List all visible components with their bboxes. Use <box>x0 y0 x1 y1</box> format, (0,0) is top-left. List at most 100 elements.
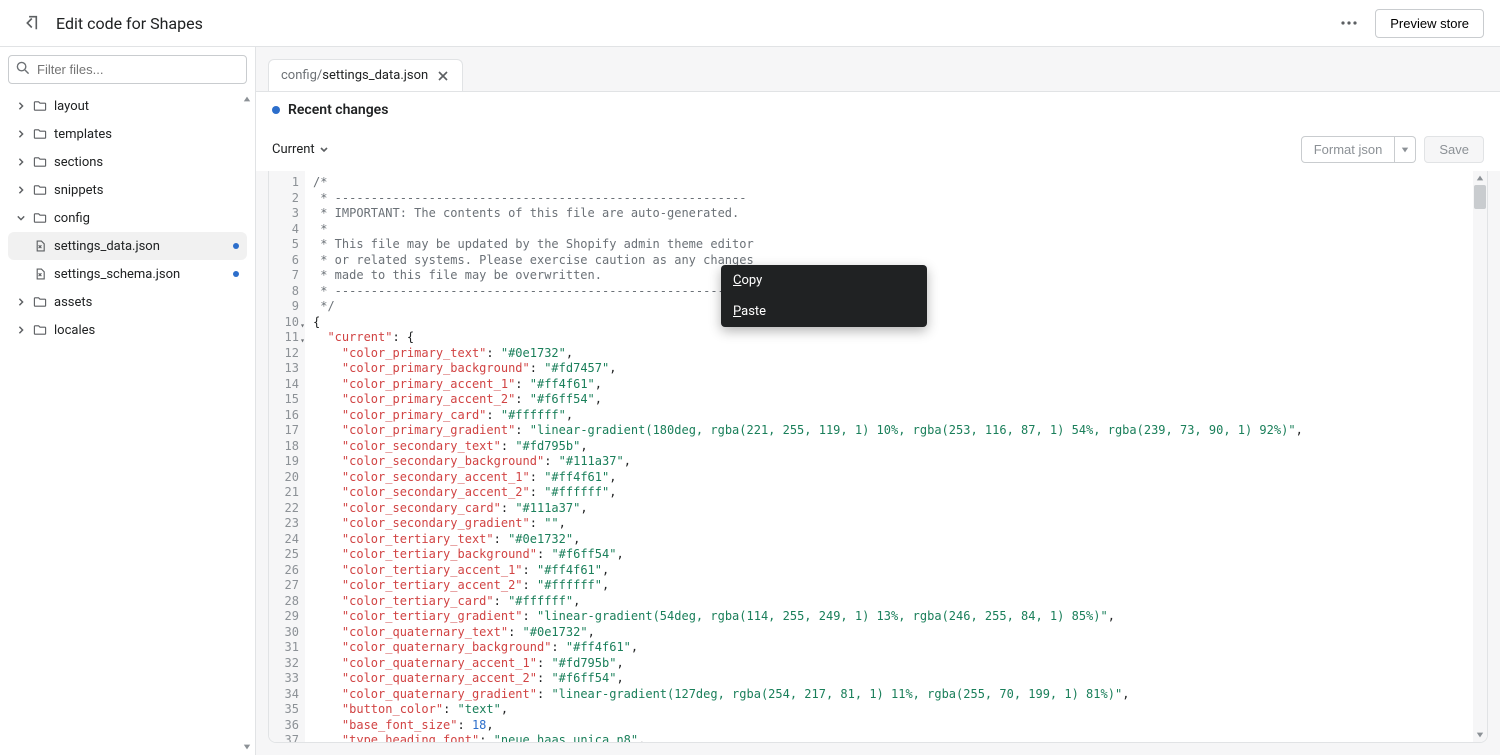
line-number: 15 <box>269 392 299 408</box>
toolbar: Current Format json Save <box>256 128 1500 171</box>
context-menu-paste[interactable]: Paste <box>721 296 927 327</box>
code-line[interactable]: "color_tertiary_text": "#0e1732", <box>313 532 1479 548</box>
code-line[interactable]: "color_secondary_text": "#fd795b", <box>313 439 1479 455</box>
sidebar-scroll-down[interactable] <box>241 741 253 753</box>
code-line[interactable]: "color_secondary_gradient": "", <box>313 516 1479 532</box>
code-line[interactable]: "color_quaternary_accent_2": "#f6ff54", <box>313 671 1479 687</box>
item-label: settings_data.json <box>54 239 160 254</box>
scrollbar-down[interactable] <box>1473 728 1487 742</box>
line-number: 34 <box>269 687 299 703</box>
code-line[interactable]: "color_primary_text": "#0e1732", <box>313 346 1479 362</box>
folder-sections[interactable]: sections <box>8 148 247 176</box>
line-number: 3 <box>269 206 299 222</box>
format-dropdown-button[interactable] <box>1395 136 1416 163</box>
folder-icon <box>32 98 48 114</box>
file-settings-schema-json[interactable]: settings_schema.json <box>8 260 247 288</box>
code-line[interactable]: "color_quaternary_gradient": "linear-gra… <box>313 687 1479 703</box>
scrollbar-up[interactable] <box>1473 171 1487 185</box>
item-label: layout <box>54 99 89 114</box>
code-line[interactable]: "base_font_size": 18, <box>313 718 1479 734</box>
folder-snippets[interactable]: snippets <box>8 176 247 204</box>
version-dropdown[interactable]: Current <box>272 142 329 157</box>
line-number: 12 <box>269 346 299 362</box>
fold-marker-icon[interactable]: ▾ <box>300 333 305 349</box>
code-line[interactable]: "color_primary_gradient": "linear-gradie… <box>313 423 1479 439</box>
item-label: assets <box>54 295 92 310</box>
code-line[interactable]: * <box>313 222 1479 238</box>
folder-templates[interactable]: templates <box>8 120 247 148</box>
item-label: config <box>54 211 90 226</box>
line-number: 11▾ <box>269 330 299 346</box>
back-button[interactable] <box>16 9 44 37</box>
close-icon <box>438 71 448 81</box>
code-line[interactable]: "type_heading_font": "neue_haas_unica_n8… <box>313 733 1479 742</box>
code-line[interactable]: "color_secondary_background": "#111a37", <box>313 454 1479 470</box>
line-number: 17 <box>269 423 299 439</box>
code-line[interactable]: "color_quaternary_background": "#ff4f61"… <box>313 640 1479 656</box>
code-line[interactable]: "current": { <box>313 330 1479 346</box>
context-menu-copy[interactable]: Copy <box>721 265 927 296</box>
search-icon <box>16 61 30 79</box>
line-number: 1 <box>269 175 299 191</box>
line-number: 20 <box>269 470 299 486</box>
tab-filename: settings_data.json <box>322 68 428 83</box>
code-line[interactable]: "color_secondary_accent_1": "#ff4f61", <box>313 470 1479 486</box>
file-tree: layout templatessectionssnippets config set… <box>8 92 247 344</box>
line-number: 36 <box>269 718 299 734</box>
code-content[interactable]: /* * -----------------------------------… <box>305 171 1487 742</box>
code-line[interactable]: "color_tertiary_background": "#f6ff54", <box>313 547 1479 563</box>
code-line[interactable]: "color_quaternary_accent_1": "#fd795b", <box>313 656 1479 672</box>
code-line[interactable]: "color_tertiary_card": "#ffffff", <box>313 594 1479 610</box>
code-line[interactable]: "button_color": "text", <box>313 702 1479 718</box>
folder-icon <box>32 210 48 226</box>
code-line[interactable]: "color_tertiary_accent_2": "#ffffff", <box>313 578 1479 594</box>
folder-icon <box>32 126 48 142</box>
scrollbar-thumb[interactable] <box>1474 185 1486 209</box>
folder-icon <box>32 182 48 198</box>
line-number: 23 <box>269 516 299 532</box>
preview-store-button[interactable]: Preview store <box>1375 9 1484 38</box>
line-number: 5 <box>269 237 299 253</box>
folder-assets[interactable]: assets <box>8 288 247 316</box>
caret-down-icon <box>1401 146 1409 154</box>
chevron-down-icon <box>319 145 329 155</box>
code-line[interactable]: "color_secondary_accent_2": "#ffffff", <box>313 485 1479 501</box>
sidebar: layout templatessectionssnippets config set… <box>0 47 256 755</box>
code-line[interactable]: "color_primary_card": "#ffffff", <box>313 408 1479 424</box>
code-line[interactable]: "color_primary_accent_1": "#ff4f61", <box>313 377 1479 393</box>
code-line[interactable]: "color_tertiary_accent_1": "#ff4f61", <box>313 563 1479 579</box>
format-json-button[interactable]: Format json <box>1301 136 1396 163</box>
folder-config[interactable]: config <box>8 204 247 232</box>
tab-path-prefix: config/ <box>281 68 322 83</box>
page-title: Edit code for Shapes <box>56 14 203 33</box>
subheader: Recent changes <box>256 91 1500 128</box>
folder-locales[interactable]: locales <box>8 316 247 344</box>
editor-scrollbar[interactable] <box>1473 171 1487 742</box>
folder-layout[interactable]: layout <box>8 92 247 120</box>
line-number: 28 <box>269 594 299 610</box>
code-line[interactable]: "color_secondary_card": "#111a37", <box>313 501 1479 517</box>
tab-settings-data[interactable]: config/settings_data.json <box>268 59 463 91</box>
line-number: 32 <box>269 656 299 672</box>
modified-indicator <box>233 271 239 277</box>
code-line[interactable]: "color_primary_accent_2": "#f6ff54", <box>313 392 1479 408</box>
code-line[interactable]: "color_primary_background": "#fd7457", <box>313 361 1479 377</box>
line-number: 4 <box>269 222 299 238</box>
file-settings-data-json[interactable]: settings_data.json <box>8 232 247 260</box>
code-line[interactable]: * --------------------------------------… <box>313 191 1479 207</box>
code-editor[interactable]: 12345678910▾11▾1213141516171819202122232… <box>268 171 1488 743</box>
code-line[interactable]: "color_tertiary_gradient": "linear-gradi… <box>313 609 1479 625</box>
save-button[interactable]: Save <box>1424 136 1484 163</box>
fold-marker-icon[interactable]: ▾ <box>300 318 305 334</box>
code-line[interactable]: * IMPORTANT: The contents of this file a… <box>313 206 1479 222</box>
more-button[interactable] <box>1335 9 1363 37</box>
chevron-right-icon <box>16 101 26 111</box>
tab-close-button[interactable] <box>436 69 450 83</box>
filter-files-input[interactable] <box>8 55 247 84</box>
line-number: 16 <box>269 408 299 424</box>
code-line[interactable]: /* <box>313 175 1479 191</box>
line-number: 24 <box>269 532 299 548</box>
code-line[interactable]: "color_quaternary_text": "#0e1732", <box>313 625 1479 641</box>
sidebar-scroll-up[interactable] <box>241 93 253 105</box>
code-line[interactable]: * This file may be updated by the Shopif… <box>313 237 1479 253</box>
